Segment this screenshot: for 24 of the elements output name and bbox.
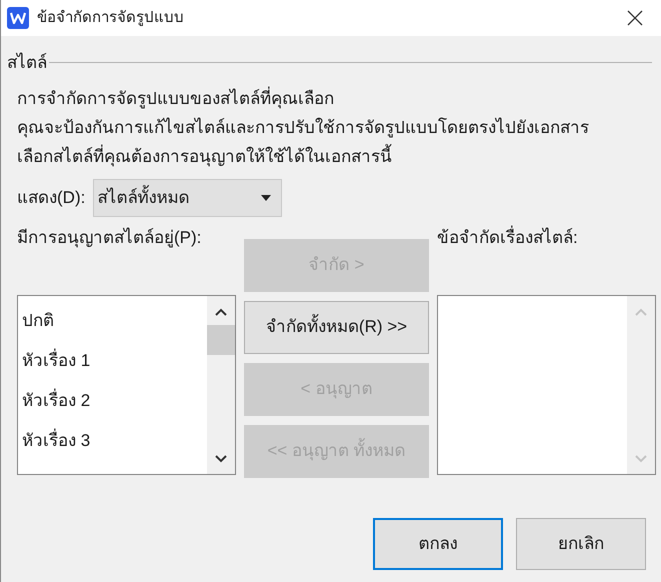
cancel-button[interactable]: ยกเลิก	[516, 518, 646, 570]
window-title: ข้อจำกัดการจัดรูปแบบ	[37, 8, 184, 28]
description-text: คุณจะป้องกันการแก้ไขสไตล์และการปรับใช้การจัดรูปแบบโดยตรงไปยังเอกสาร	[17, 116, 590, 140]
list-item[interactable]: หัวเรื่อง 1	[22, 348, 207, 374]
restricted-label: ข้อจำกัดเรื่องสไตล์:	[437, 224, 579, 248]
show-dropdown[interactable]: สไตล์ทั้งหมด	[93, 178, 282, 216]
ok-button[interactable]: ตกลง	[373, 518, 503, 570]
show-label: แสดง(D):	[17, 186, 86, 209]
move-button[interactable]: จำกัดทั้งหมด(R) >>	[244, 300, 429, 354]
list-item[interactable]: หัวเรื่อง 3	[22, 428, 207, 454]
scroll-thumb[interactable]	[207, 324, 235, 354]
close-button[interactable]	[627, 10, 643, 26]
caret-icon	[261, 194, 272, 200]
app-logo-icon	[7, 7, 29, 29]
description-text: การจำกัดการจัดรูปแบบของสไตล์ที่คุณเลือก	[17, 86, 335, 110]
allowed-styles-list[interactable]: ปกติ หัวเรื่อง 1 หัวเรื่อง 2 หัวเรื่อง 3	[17, 294, 236, 474]
description-text: เลือกสไตล์ที่คุณต้องการอนุญาตให้ใช้ได้ในเอกสารนี้	[17, 142, 652, 170]
list-item[interactable]: หัวเรื่อง 2	[22, 388, 207, 414]
list-item[interactable]: ปกติ	[22, 308, 207, 334]
scrollbar[interactable]	[207, 296, 235, 474]
group-title: สไตล์	[7, 52, 47, 74]
allowed-label: มีการอนุญาตสไตล์อยู่(P):	[17, 226, 202, 250]
scroll-up-icon[interactable]	[215, 308, 227, 316]
scroll-down-icon[interactable]	[215, 454, 227, 462]
